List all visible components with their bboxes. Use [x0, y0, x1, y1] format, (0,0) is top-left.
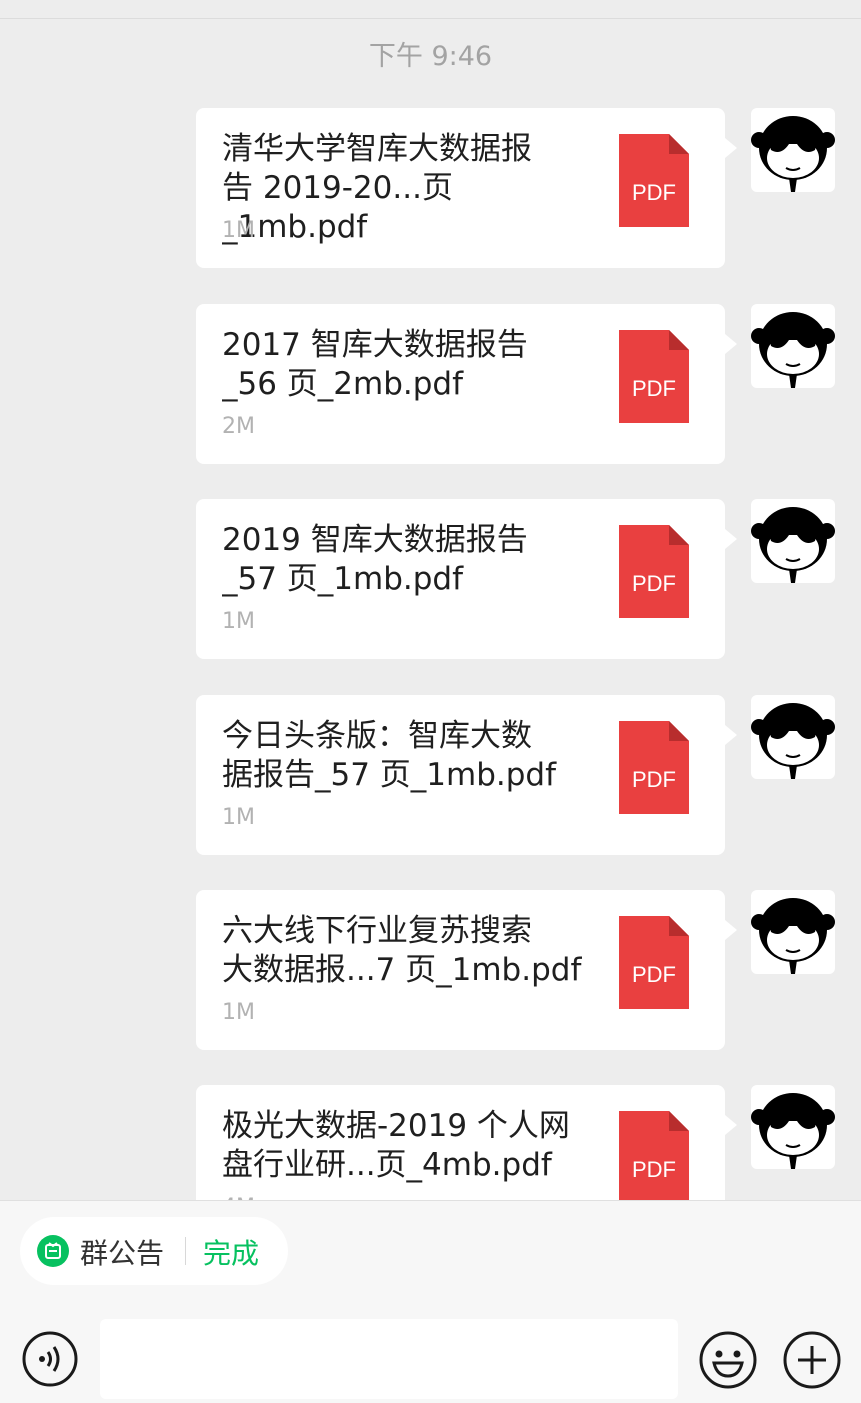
- file-name: 今日头条版：智库大数 据报告_57 页_1mb.pdf: [222, 717, 592, 795]
- voice-icon: [22, 1331, 78, 1387]
- file-size: 1M: [222, 218, 255, 243]
- chat-bottom-panel: 群公告 完成: [0, 1200, 861, 1403]
- pdf-label: PDF: [632, 767, 676, 792]
- pdf-file-icon: PDF: [619, 525, 689, 618]
- file-message: 2017 智库大数据报告 _56 页_2mb.pdf 2M PDF: [0, 304, 861, 464]
- file-size: 1M: [222, 1000, 255, 1025]
- file-message: 六大线下行业复苏搜索 大数据报...7 页_1mb.pdf 1M PDF: [0, 890, 861, 1050]
- pdf-file-icon: PDF: [619, 134, 689, 227]
- file-name: 六大线下行业复苏搜索 大数据报...7 页_1mb.pdf: [222, 912, 592, 990]
- file-size: 1M: [222, 609, 255, 634]
- file-name: 2017 智库大数据报告 _56 页_2mb.pdf: [222, 326, 592, 404]
- pill-divider: [185, 1237, 186, 1265]
- file-size: 1M: [222, 805, 255, 830]
- file-message-bubble[interactable]: 今日头条版：智库大数 据报告_57 页_1mb.pdf 1M PDF: [196, 695, 737, 855]
- avatar[interactable]: [751, 1085, 835, 1169]
- file-message-bubble[interactable]: 六大线下行业复苏搜索 大数据报...7 页_1mb.pdf 1M PDF: [196, 890, 737, 1050]
- pdf-file-icon: PDF: [619, 721, 689, 814]
- file-name-line-1: 今日头条版：智库大数: [222, 718, 532, 754]
- file-size: 2M: [222, 414, 255, 439]
- pdf-label: PDF: [632, 180, 676, 205]
- avatar[interactable]: [751, 695, 835, 779]
- file-name-line-2: 据报告_57 页_1mb.pdf: [222, 757, 557, 793]
- avatar[interactable]: [751, 890, 835, 974]
- message-list[interactable]: 下午 9:46 清华大学智库大数据报 告 2019-20...页_1mb.pdf…: [0, 0, 861, 1200]
- file-name-line-1: 极光大数据-2019 个人网: [222, 1108, 570, 1144]
- file-message-bubble[interactable]: 2017 智库大数据报告 _56 页_2mb.pdf 2M PDF: [196, 304, 737, 464]
- file-message-bubble[interactable]: 2019 智库大数据报告 _57 页_1mb.pdf 1M PDF: [196, 499, 737, 659]
- file-name-line-2: 大数据报...7 页_1mb.pdf: [222, 952, 582, 988]
- pdf-file-icon: PDF: [619, 1111, 689, 1200]
- avatar[interactable]: [751, 108, 835, 192]
- avatar[interactable]: [751, 304, 835, 388]
- file-name-line-2: _56 页_2mb.pdf: [222, 366, 464, 402]
- avatar[interactable]: [751, 499, 835, 583]
- file-name-line-1: 清华大学智库大数据报: [222, 131, 532, 167]
- pdf-label: PDF: [632, 962, 676, 987]
- pdf-label: PDF: [632, 571, 676, 596]
- chat-screen: 下午 9:46 清华大学智库大数据报 告 2019-20...页_1mb.pdf…: [0, 0, 861, 1403]
- group-notice-pill[interactable]: 群公告 完成: [20, 1217, 288, 1285]
- file-message-bubble[interactable]: 清华大学智库大数据报 告 2019-20...页_1mb.pdf 1M PDF: [196, 108, 737, 268]
- pdf-file-icon: PDF: [619, 916, 689, 1009]
- group-notice-label[interactable]: 群公告: [80, 1232, 164, 1272]
- emoji-icon: [699, 1331, 757, 1389]
- chat-timestamp: 下午 9:46: [368, 41, 493, 72]
- emoji-button[interactable]: [699, 1331, 757, 1389]
- file-message: 极光大数据-2019 个人网 盘行业研...页_4mb.pdf 4M PDF: [0, 1085, 861, 1200]
- message-input[interactable]: [100, 1319, 678, 1399]
- plus-button[interactable]: [783, 1331, 841, 1389]
- done-button[interactable]: 完成: [203, 1232, 259, 1272]
- file-name: 极光大数据-2019 个人网 盘行业研...页_4mb.pdf: [222, 1107, 592, 1185]
- pdf-file-icon: PDF: [619, 330, 689, 423]
- file-message: 2019 智库大数据报告 _57 页_1mb.pdf 1M PDF: [0, 499, 861, 659]
- file-message: 今日头条版：智库大数 据报告_57 页_1mb.pdf 1M PDF: [0, 695, 861, 855]
- file-name-line-2: 盘行业研...页_4mb.pdf: [222, 1147, 552, 1183]
- file-name-line-2: _57 页_1mb.pdf: [222, 561, 464, 597]
- announcement-icon: [37, 1235, 69, 1267]
- file-name: 清华大学智库大数据报 告 2019-20...页_1mb.pdf: [222, 130, 592, 247]
- pdf-label: PDF: [632, 1157, 676, 1182]
- file-name-line-1: 2017 智库大数据报告: [222, 327, 528, 363]
- voice-button[interactable]: [22, 1331, 78, 1387]
- file-message-bubble[interactable]: 极光大数据-2019 个人网 盘行业研...页_4mb.pdf 4M PDF: [196, 1085, 737, 1200]
- file-name-line-2: 告 2019-20...页_1mb.pdf: [222, 170, 453, 245]
- file-name: 2019 智库大数据报告 _57 页_1mb.pdf: [222, 521, 592, 599]
- pdf-label: PDF: [632, 376, 676, 401]
- file-name-line-1: 2019 智库大数据报告: [222, 522, 528, 558]
- file-message: 清华大学智库大数据报 告 2019-20...页_1mb.pdf 1M PDF: [0, 108, 861, 268]
- file-name-line-1: 六大线下行业复苏搜索: [222, 913, 532, 949]
- plus-icon: [783, 1331, 841, 1389]
